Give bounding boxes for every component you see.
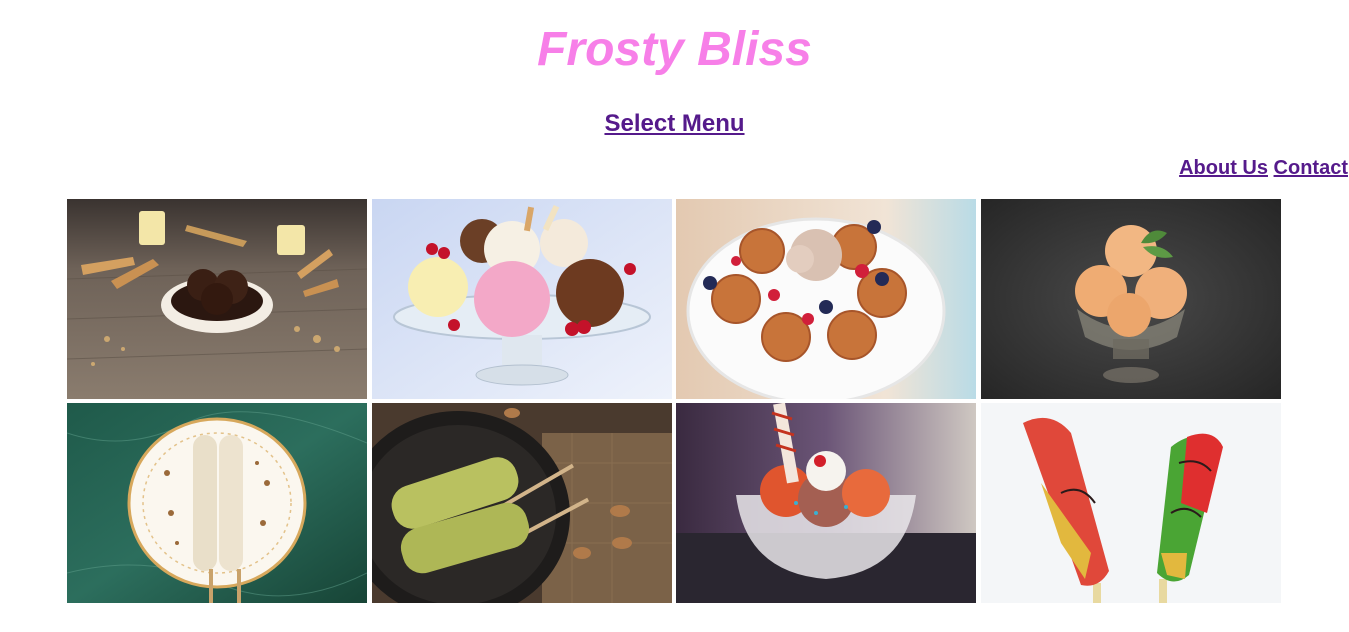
top-nav-links: About Us Contact	[1179, 157, 1348, 179]
chocolate-ice-cream-cones-image	[67, 199, 367, 399]
chocolate-ice-cream-cones-photo[interactable]	[67, 199, 367, 399]
colorful-popsicles-photo[interactable]	[980, 403, 1281, 603]
pistachio-kulfi-photo[interactable]	[371, 403, 672, 603]
waffle-ice-cream-plate-photo[interactable]	[676, 199, 977, 399]
about-us-link[interactable]: About Us	[1179, 157, 1268, 179]
sundae-glass-image	[676, 403, 977, 603]
site-title: Frosty Bliss	[537, 23, 812, 76]
contact-link[interactable]: Contact	[1274, 157, 1348, 179]
kulfi-plate-image	[67, 403, 367, 603]
pistachio-kulfi-image	[371, 403, 672, 603]
colorful-popsicles-image	[980, 403, 1281, 603]
orange-ice-cream-glass-image	[980, 199, 1281, 399]
select-menu-container: Select Menu	[0, 110, 1349, 138]
orange-ice-cream-glass-photo[interactable]	[980, 199, 1281, 399]
ice-cream-gallery	[67, 199, 1281, 603]
ice-cream-sundae-bowl-image	[371, 199, 672, 399]
page: Frosty Bliss Select Menu About Us Contac…	[0, 0, 1349, 632]
ice-cream-sundae-bowl-photo[interactable]	[371, 199, 672, 399]
waffle-ice-cream-plate-image	[676, 199, 977, 399]
sundae-glass-photo[interactable]	[676, 403, 977, 603]
select-menu-link[interactable]: Select Menu	[604, 110, 744, 137]
kulfi-plate-photo[interactable]	[67, 403, 367, 603]
